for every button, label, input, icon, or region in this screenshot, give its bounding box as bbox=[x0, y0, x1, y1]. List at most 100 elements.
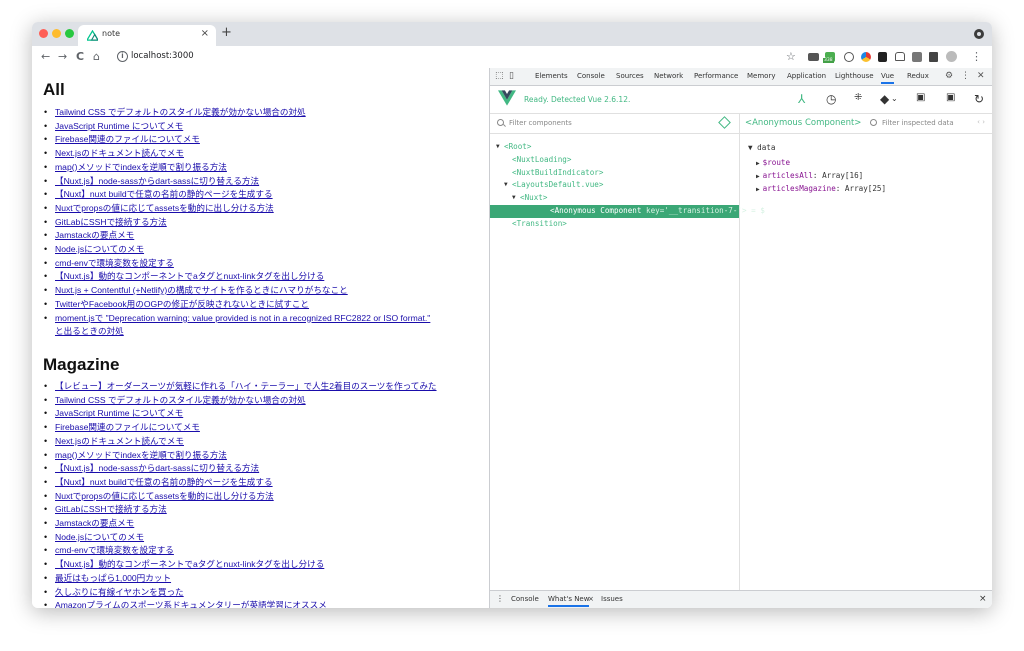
devtools-tab-performance[interactable]: Performance bbox=[694, 72, 738, 80]
timeline-history-icon[interactable]: ◷ bbox=[826, 92, 836, 106]
tree-node[interactable]: <Anonymous Component key='__transition-7… bbox=[490, 204, 765, 218]
devtools-tab-application[interactable]: Application bbox=[787, 72, 826, 80]
article-link[interactable]: cmd-envで環境変数を設定する bbox=[55, 545, 174, 555]
qr-extension-icon[interactable] bbox=[912, 52, 922, 62]
article-link[interactable]: Firebase関連のファイルについてメモ bbox=[55, 134, 200, 144]
back-button[interactable]: ← bbox=[41, 50, 50, 63]
article-link[interactable]: 【Nuxt.js】動的なコンポーネントでaタグとnuxt-linkタグを出し分け… bbox=[55, 271, 324, 281]
filter-inspected-input[interactable]: Filter inspected data bbox=[882, 119, 954, 127]
article-link[interactable]: moment.jsで "Deprecation warning: value p… bbox=[55, 313, 430, 323]
article-link-continued[interactable]: と出るときの対処 bbox=[55, 326, 124, 336]
article-link[interactable]: map()メソッドでindexを逆順で割り振る方法 bbox=[55, 450, 227, 460]
article-link[interactable]: Next.jsのドキュメント読んでメモ bbox=[55, 148, 184, 158]
article-link[interactable]: JavaScript Runtime についてメモ bbox=[55, 408, 183, 418]
puzzle-extensions-icon[interactable] bbox=[929, 52, 938, 62]
home-button[interactable]: ⌂ bbox=[93, 50, 100, 63]
article-link[interactable]: cmd-envで環境変数を設定する bbox=[55, 258, 174, 268]
article-link[interactable]: Firebase関連のファイルについてメモ bbox=[55, 422, 200, 432]
devtools-tab-sources[interactable]: Sources bbox=[616, 72, 644, 80]
vuex-icon[interactable]: ⁜ bbox=[854, 92, 862, 103]
avatar[interactable] bbox=[946, 51, 957, 62]
drawer-tab-issues[interactable]: Issues bbox=[601, 595, 623, 603]
maximize-window-button[interactable] bbox=[65, 29, 74, 38]
routing-icon[interactable]: ◆ bbox=[880, 92, 889, 106]
reload-button[interactable]: C bbox=[76, 50, 84, 63]
expand-arrow-icon[interactable]: ▼ bbox=[496, 141, 500, 154]
drawer-menu-icon[interactable]: ⋮ bbox=[496, 594, 504, 603]
article-link[interactable]: map()メソッドでindexを逆順で割り振る方法 bbox=[55, 162, 227, 172]
devtools-tab-network[interactable]: Network bbox=[654, 72, 683, 80]
article-link[interactable]: TwitterやFacebook用のOGPの修正が反映されないときに試すこと bbox=[55, 299, 309, 309]
filter-components-bar[interactable]: Filter components bbox=[490, 113, 739, 134]
forward-button[interactable]: → bbox=[58, 50, 67, 63]
close-window-button[interactable] bbox=[39, 29, 48, 38]
tree-node[interactable]: <Transition> bbox=[490, 218, 739, 231]
devtools-tab-redux[interactable]: Redux bbox=[907, 72, 929, 80]
expand-arrow-icon[interactable]: ▶ bbox=[756, 173, 760, 180]
data-row[interactable]: ▶ articlesMagazine: Array[25] bbox=[756, 183, 886, 196]
settings-icon[interactable]: ▣ bbox=[946, 92, 955, 103]
device-toggle-icon[interactable]: ▯ bbox=[509, 71, 514, 81]
data-row[interactable]: ▶ $route bbox=[756, 157, 886, 170]
expand-arrow-icon[interactable]: ▼ bbox=[512, 192, 516, 205]
profile-icon[interactable] bbox=[974, 29, 984, 39]
expand-arrow-icon[interactable]: ▶ bbox=[756, 160, 760, 167]
article-link[interactable]: Tailwind CSS でデフォルトのスタイル定義が効かない場合の対処 bbox=[55, 395, 306, 405]
article-link[interactable]: Node.jsについてのメモ bbox=[55, 532, 144, 542]
filter-components-input[interactable]: Filter components bbox=[509, 119, 572, 127]
performance-icon[interactable]: ▣ bbox=[916, 92, 925, 103]
article-link[interactable]: Next.jsのドキュメント読んでメモ bbox=[55, 436, 184, 446]
drawer-tab-console[interactable]: Console bbox=[511, 595, 539, 603]
browser-tab-note[interactable]: note × bbox=[78, 25, 216, 46]
article-link[interactable]: Amazonプライムのスポーツ系ドキュメンタリーが英語学習にオススメ bbox=[55, 600, 327, 608]
article-link[interactable]: 【レビュー】オーダースーツが気軽に作れる「ハイ・テーラー」で人生2着目のスーツを… bbox=[55, 381, 437, 391]
address-bar[interactable]: i localhost:3000 bbox=[112, 49, 732, 64]
tree-node[interactable]: <NuxtBuildIndicator> bbox=[490, 167, 739, 180]
dark-extension-icon[interactable] bbox=[878, 52, 887, 62]
article-link[interactable]: 【Nuxt.js】node-sassからdart-sassに切り替える方法 bbox=[55, 463, 259, 473]
devtools-menu-icon[interactable]: ⋮ bbox=[961, 71, 970, 81]
drawer-tab-close-icon[interactable]: × bbox=[588, 595, 594, 603]
devtools-close-icon[interactable]: ✕ bbox=[977, 71, 985, 81]
tree-node[interactable]: ▼ <Nuxt> bbox=[490, 192, 739, 205]
article-link[interactable]: Node.jsについてのメモ bbox=[55, 244, 144, 254]
data-section-toggle[interactable]: ▼ data bbox=[748, 143, 775, 152]
article-link[interactable]: 久しぶりに有線イヤホンを買った bbox=[55, 587, 184, 597]
article-link[interactable]: Jamstackの要点メモ bbox=[55, 518, 134, 528]
tree-node[interactable]: <NuxtLoading> bbox=[490, 154, 739, 167]
article-link[interactable]: Nuxtでpropsの値に応じてassetsを動的に出し分ける方法 bbox=[55, 491, 274, 501]
tab-close-icon[interactable]: × bbox=[201, 28, 209, 39]
article-link[interactable]: 最近はもっぱら1,000円カット bbox=[55, 573, 171, 583]
drawer-tab-whats-new[interactable]: What's New bbox=[548, 595, 590, 607]
article-link[interactable]: Tailwind CSS でデフォルトのスタイル定義が効かない場合の対処 bbox=[55, 107, 306, 117]
chevron-down-icon[interactable]: ⌄ bbox=[891, 94, 898, 103]
article-link[interactable]: Nuxt.js + Contentful (+Netlify)の構成でサイトを作… bbox=[55, 285, 348, 295]
devtools-tab-elements[interactable]: Elements bbox=[535, 72, 568, 80]
article-link[interactable]: GitLabにSSHで接続する方法 bbox=[55, 504, 167, 514]
inspect-element-icon[interactable]: ⬚ bbox=[495, 71, 504, 81]
expand-arrow-icon[interactable]: ▶ bbox=[756, 186, 760, 193]
tree-node[interactable]: ▼ <LayoutsDefault.vue> bbox=[490, 179, 739, 192]
color-extension-icon[interactable] bbox=[861, 52, 871, 62]
mail-extension-icon[interactable] bbox=[808, 53, 819, 61]
article-link[interactable]: 【Nuxt】nuxt buildで任意の名前の静的ページを生成する bbox=[55, 477, 273, 487]
new-tab-button[interactable]: + bbox=[221, 25, 232, 40]
pocket-extension-icon[interactable] bbox=[844, 52, 854, 62]
select-component-icon[interactable] bbox=[718, 116, 731, 129]
article-link[interactable]: JavaScript Runtime についてメモ bbox=[55, 121, 183, 131]
article-link[interactable]: Nuxtでpropsの値に応じてassetsを動的に出し分ける方法 bbox=[55, 203, 274, 213]
article-link[interactable]: GitLabにSSHで接続する方法 bbox=[55, 217, 167, 227]
site-info-icon[interactable]: i bbox=[117, 51, 128, 62]
article-link[interactable]: 【Nuxt.js】動的なコンポーネントでaタグとnuxt-linkタグを出し分け… bbox=[55, 559, 324, 569]
drawer-close-icon[interactable]: × bbox=[979, 594, 987, 604]
devtools-tab-lighthouse[interactable]: Lighthouse bbox=[835, 72, 874, 80]
devtools-settings-icon[interactable]: ⚙ bbox=[945, 71, 953, 81]
inspector-nav-icons[interactable]: ‹ › bbox=[977, 118, 985, 126]
bookmark-star-icon[interactable]: ☆ bbox=[786, 50, 796, 63]
data-row[interactable]: ▶ articlesAll: Array[16] bbox=[756, 170, 886, 183]
minimize-window-button[interactable] bbox=[52, 29, 61, 38]
refresh-icon[interactable]: ↻ bbox=[974, 92, 984, 106]
components-icon[interactable]: ⅄ bbox=[798, 92, 805, 106]
cloud-extension-icon[interactable] bbox=[895, 52, 905, 61]
devtools-tab-vue[interactable]: Vue bbox=[881, 72, 895, 84]
